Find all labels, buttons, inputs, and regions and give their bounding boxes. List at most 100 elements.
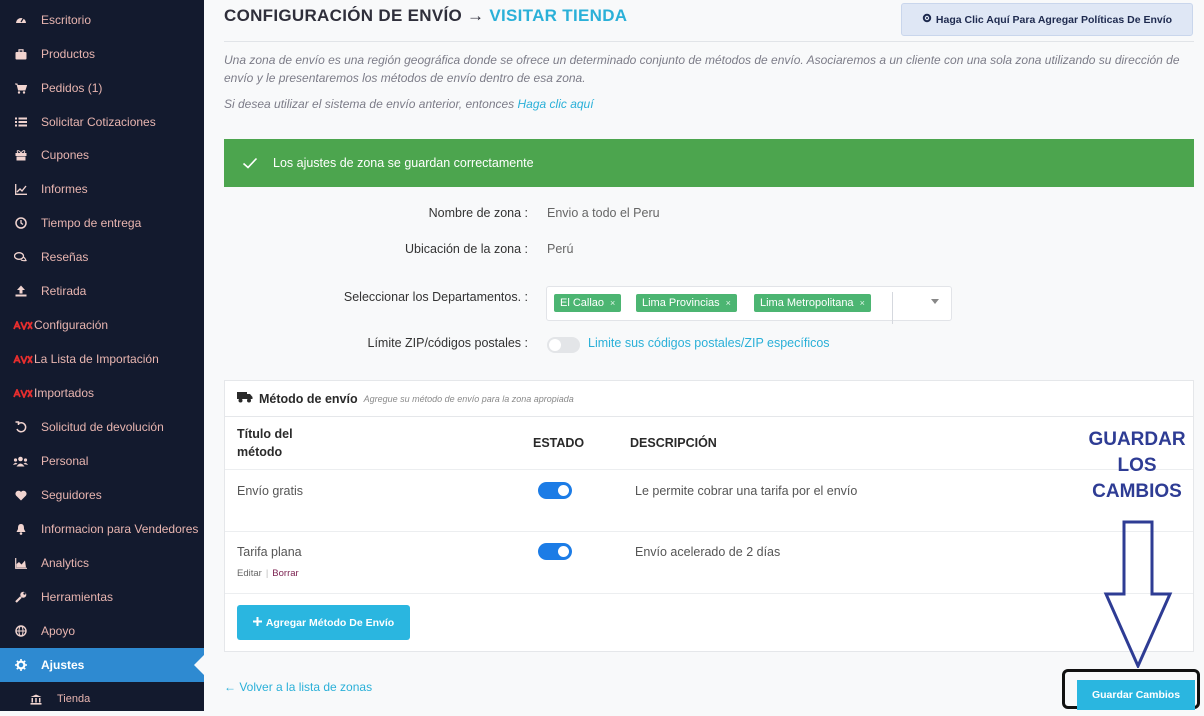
- briefcase-icon: [0, 48, 41, 60]
- sidebar-item-informes[interactable]: Informes: [0, 172, 204, 206]
- sidebar-item-label: Productos: [41, 47, 96, 61]
- zone-name-label: Nombre de zona :: [428, 206, 528, 220]
- sidebar-item-reseñas[interactable]: Reseñas: [0, 240, 204, 274]
- gear-icon: [922, 13, 932, 26]
- sidebar-item-label: Retirada: [41, 284, 87, 298]
- sidebar-item-label: Escritorio: [41, 13, 92, 27]
- sidebar-item-label: Importados: [34, 386, 95, 400]
- method-name: Envío gratis: [237, 484, 304, 498]
- sidebar-item-apoyo[interactable]: Apoyo: [0, 614, 204, 648]
- row-divider: [225, 531, 1193, 532]
- method-name: Tarifa plana: [237, 545, 302, 559]
- sidebar-item-tiempo-de-entrega[interactable]: Tiempo de entrega: [0, 206, 204, 240]
- legacy-shipping-note: Si desea utilizar el sistema de envío an…: [224, 97, 594, 111]
- remove-tag-icon[interactable]: ×: [726, 298, 731, 308]
- edit-link[interactable]: Editar: [237, 568, 262, 579]
- upload-icon: [0, 285, 41, 297]
- gear-icon: [0, 659, 41, 671]
- sidebar-item-solicitar-cotizaciones[interactable]: Solicitar Cotizaciones: [0, 105, 204, 139]
- sidebar-item-informacion-para-vendedores[interactable]: Informacion para Vendedores: [0, 512, 204, 546]
- check-icon: [242, 157, 258, 169]
- sidebar-item-pedidos-1[interactable]: Pedidos (1): [0, 71, 204, 105]
- method-status-toggle[interactable]: [538, 543, 572, 560]
- wrench-icon: [0, 591, 41, 603]
- shipping-methods-title: Método de envío: [259, 391, 358, 406]
- sidebar-item-solicitud-de-devolución[interactable]: Solicitud de devolución: [0, 410, 204, 444]
- chart-icon: [0, 183, 41, 195]
- sidebar-item-personal[interactable]: Personal: [0, 444, 204, 478]
- departments-label: Seleccionar los Departamentos. :: [343, 290, 528, 304]
- zone-name-value: Envio a todo el Peru: [547, 206, 660, 220]
- sidebar-item-la-lista-de-importación[interactable]: La Lista de Importación: [0, 342, 204, 376]
- sidebar-item-retirada[interactable]: Retirada: [0, 274, 204, 308]
- back-to-zones-link[interactable]: ← Volver a la lista de zonas: [224, 680, 372, 694]
- col-method-title: Título del método: [237, 427, 293, 459]
- sidebar-item-label: Personal: [41, 454, 89, 468]
- row-divider: [225, 593, 1193, 594]
- plus-icon: [252, 616, 262, 629]
- legacy-shipping-link[interactable]: Haga clic aquí: [518, 97, 594, 111]
- save-changes-button[interactable]: Guardar Cambios: [1077, 680, 1195, 710]
- clock-icon: [0, 217, 41, 229]
- success-alert: Los ajustes de zona se guardan correctam…: [224, 139, 1194, 187]
- add-shipping-method-button[interactable]: Agregar Método De Envío: [237, 605, 410, 640]
- sidebar-item-label: Informacion para Vendedores: [41, 522, 199, 536]
- sidebar-item-label: Pedidos (1): [41, 81, 103, 95]
- sidebar-item-label: Apoyo: [41, 624, 76, 638]
- method-description: Le permite cobrar una tarifa por el enví…: [635, 484, 858, 498]
- select-divider: [892, 292, 893, 324]
- chevron-down-icon[interactable]: [931, 299, 939, 304]
- department-tag: El Callao ×: [554, 294, 622, 312]
- sidebar-item-label: La Lista de Importación: [34, 352, 159, 366]
- add-shipping-policies-button[interactable]: Haga Clic Aquí Para Agregar Políticas De…: [901, 3, 1193, 36]
- row-divider: [225, 469, 1193, 470]
- sidebar-item-label: Cupones: [41, 148, 90, 162]
- department-tag-label: El Callao: [560, 297, 605, 309]
- zip-limit-toggle[interactable]: [547, 337, 580, 353]
- sidebar-item-label: Ajustes: [41, 658, 85, 672]
- truck-icon: [237, 390, 253, 408]
- remove-tag-icon[interactable]: ×: [860, 298, 865, 308]
- list-icon: [0, 117, 41, 127]
- sidebar-item-productos[interactable]: Productos: [0, 37, 204, 71]
- save-annotation: GUARDAR LOS CAMBIOS: [1074, 427, 1200, 505]
- page-title-text: CONFIGURACIÓN DE ENVÍO →: [224, 6, 485, 25]
- aliexpress-icon: [0, 320, 34, 330]
- arrow-down-icon: [1103, 520, 1173, 668]
- sidebar-item-escritorio[interactable]: Escritorio: [0, 3, 204, 37]
- sidebar-item-importados[interactable]: Importados: [0, 376, 204, 410]
- zip-limit-label: Límite ZIP/códigos postales :: [367, 336, 529, 350]
- annotation-line: GUARDAR: [1088, 429, 1186, 450]
- shipping-methods-subtitle: Agregue su método de envío para la zona …: [363, 393, 574, 404]
- sidebar-item-analytics[interactable]: Analytics: [0, 546, 204, 580]
- zone-location-label: Ubicación de la zona :: [405, 242, 528, 256]
- sidebar-item-label: Herramientas: [41, 590, 114, 604]
- dashboard-icon: [0, 14, 41, 26]
- area-chart-icon: [0, 557, 41, 569]
- delete-link[interactable]: Borrar: [272, 568, 298, 579]
- remove-tag-icon[interactable]: ×: [610, 298, 615, 308]
- sidebar-item-cupones[interactable]: Cupones: [0, 138, 204, 172]
- add-shipping-policies-label: Haga Clic Aquí Para Agregar Políticas De…: [935, 13, 1173, 26]
- sidebar-item-seguidores[interactable]: Seguidores: [0, 478, 204, 512]
- sidebar-item-label: Analytics: [41, 556, 90, 570]
- zip-limit-link[interactable]: Limite sus códigos postales/ZIP específi…: [588, 336, 830, 350]
- zone-location-value: Perú: [547, 242, 574, 256]
- sidebar-subitem-label: Tienda: [57, 693, 91, 705]
- shipping-methods-header: Método de envío Agregue su método de env…: [225, 381, 1193, 417]
- sidebar-item-ajustes[interactable]: Ajustes: [0, 648, 204, 682]
- comments-icon: [0, 251, 41, 263]
- visit-store-link[interactable]: VISITAR TIENDA: [489, 6, 627, 25]
- bell-icon: [0, 523, 41, 535]
- col-description: DESCRIPCIÓN: [630, 436, 717, 450]
- sidebar-item-herramientas[interactable]: Herramientas: [0, 580, 204, 614]
- method-status-toggle[interactable]: [538, 482, 572, 499]
- success-alert-text: Los ajustes de zona se guardan correctam…: [273, 156, 534, 170]
- department-tag-label: Lima Provincias: [642, 297, 720, 309]
- department-tag: Lima Provincias ×: [636, 294, 737, 312]
- separator: |: [265, 568, 269, 579]
- departments-select[interactable]: El Callao × Lima Provincias × Lima Metropo…: [546, 286, 952, 324]
- sidebar: Escritorio Productos Pedidos (1) Solicitar …: [0, 0, 204, 711]
- sidebar-item-configuración[interactable]: Configuración: [0, 308, 204, 342]
- annotation-line: CAMBIOS: [1092, 481, 1182, 502]
